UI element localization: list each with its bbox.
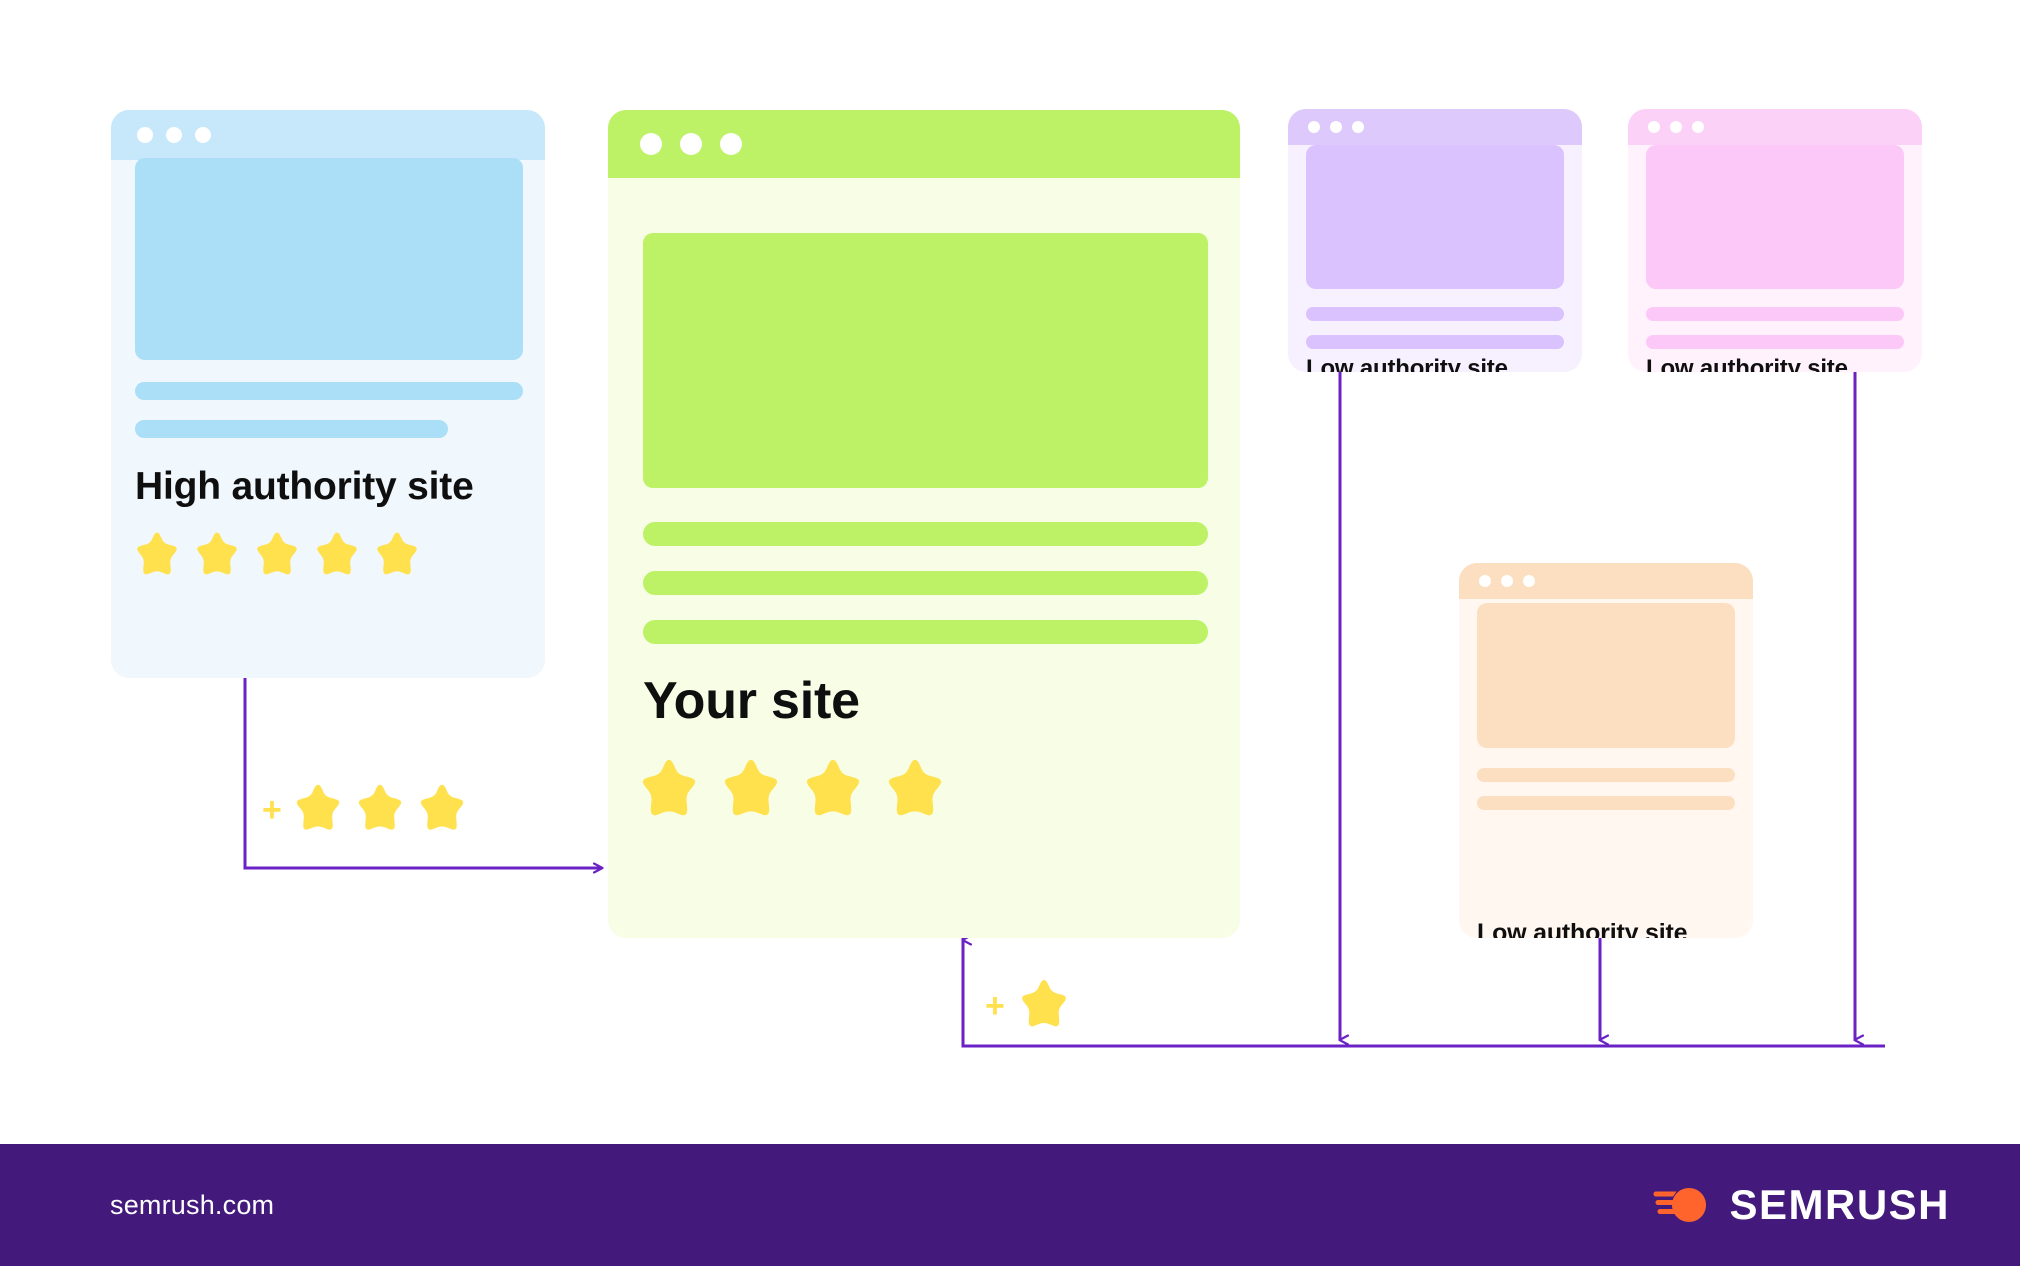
placeholder-text-line: [643, 620, 1208, 644]
footer-url-text: semrush.com: [110, 1189, 275, 1220]
browser-titlebar: [1459, 563, 1753, 599]
window-dot-close-icon: [1308, 121, 1320, 133]
placeholder-text-line: [1477, 796, 1735, 810]
window-dot-minimize-icon: [1501, 575, 1513, 587]
star-icon: [420, 784, 464, 830]
arrow-your-bus: [961, 938, 1885, 1048]
placeholder-image: [1477, 603, 1735, 748]
browser-titlebar: [1628, 109, 1922, 145]
annotation-authority-gained: +: [262, 780, 472, 840]
placeholder-text-line: [1477, 768, 1735, 782]
card-label-low-authority-1: Low authority site: [1306, 355, 1508, 372]
placeholder-image: [643, 233, 1208, 488]
plus-icon: +: [985, 987, 1005, 1025]
star-icon: [296, 784, 340, 830]
placeholder-text-line: [135, 382, 523, 400]
window-dot-minimize-icon: [166, 127, 182, 143]
window-dot-close-icon: [137, 127, 153, 143]
placeholder-text-line: [1646, 307, 1904, 321]
window-dot-minimize-icon: [1330, 121, 1342, 133]
browser-titlebar: [111, 110, 545, 160]
placeholder-text-line: [1306, 307, 1564, 321]
placeholder-text-line: [643, 571, 1208, 595]
card-label-low-authority-3: Low authority site: [1477, 919, 1688, 938]
window-dot-maximize-icon: [195, 127, 211, 143]
star-icon: [257, 532, 297, 575]
rating-stars-your-site: [632, 754, 952, 828]
window-dot-maximize-icon: [1692, 121, 1704, 133]
annotation-stars-inbound: [288, 780, 472, 840]
annotation-stars-outbound: [1013, 975, 1075, 1037]
star-icon: [888, 759, 942, 816]
semrush-logo: SEMRUSH: [1651, 1181, 1950, 1229]
placeholder-text-line: [1306, 335, 1564, 349]
footer-bar: semrush.com SEMRUSH: [0, 1144, 2020, 1266]
star-icon: [358, 784, 402, 830]
window-dot-maximize-icon: [1523, 575, 1535, 587]
card-low-authority-site-2[interactable]: Low authority site: [1628, 109, 1922, 372]
placeholder-image: [1646, 145, 1904, 289]
star-icon: [642, 759, 696, 816]
card-label-low-authority-2: Low authority site: [1646, 355, 1848, 372]
window-dot-minimize-icon: [680, 133, 702, 155]
card-high-authority-site[interactable]: High authority site: [111, 110, 545, 678]
browser-titlebar: [608, 110, 1240, 178]
window-dot-maximize-icon: [720, 133, 742, 155]
browser-titlebar: [1288, 109, 1582, 145]
window-dot-close-icon: [640, 133, 662, 155]
placeholder-text-line: [1646, 335, 1904, 349]
window-dot-maximize-icon: [1352, 121, 1364, 133]
placeholder-image: [1306, 145, 1564, 289]
card-your-site[interactable]: Your site: [608, 110, 1240, 938]
card-label-your-site: Your site: [643, 672, 860, 730]
rating-stars-high-authority: [129, 528, 425, 584]
star-icon: [806, 759, 860, 816]
window-dot-minimize-icon: [1670, 121, 1682, 133]
window-dot-close-icon: [1648, 121, 1660, 133]
star-icon: [137, 532, 177, 575]
placeholder-text-line: [135, 420, 448, 438]
card-low-authority-site-1[interactable]: Low authority site: [1288, 109, 1582, 372]
semrush-comet-icon: [1653, 1188, 1707, 1222]
placeholder-text-line: [643, 522, 1208, 546]
star-icon: [377, 532, 417, 575]
star-icon: [1022, 979, 1066, 1027]
window-dot-close-icon: [1479, 575, 1491, 587]
annotation-authority-passed: +: [985, 975, 1075, 1037]
star-icon: [724, 759, 778, 816]
star-icon: [197, 532, 237, 575]
card-low-authority-site-3[interactable]: Low authority site: [1459, 563, 1753, 938]
card-label-high-authority: High authority site: [135, 465, 474, 508]
semrush-wordmark: SEMRUSH: [1729, 1181, 1950, 1228]
plus-icon: +: [262, 791, 282, 829]
star-icon: [317, 532, 357, 575]
placeholder-image: [135, 158, 523, 360]
diagram-canvas: High authority site Your site Low author…: [0, 0, 2020, 1266]
